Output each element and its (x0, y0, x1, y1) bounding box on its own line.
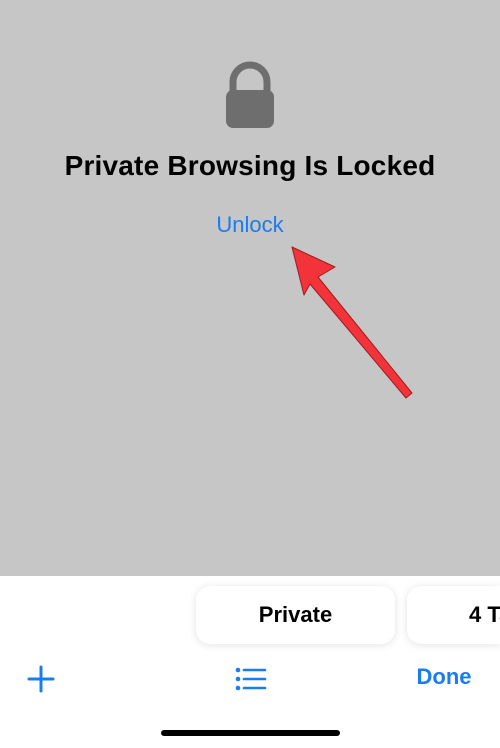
red-arrow-annotation (291, 246, 413, 399)
unlock-button[interactable]: Unlock (190, 212, 310, 238)
new-tab-button[interactable] (26, 664, 56, 694)
list-icon (235, 667, 267, 691)
locked-private-view: Private Browsing Is Locked Unlock (0, 0, 500, 576)
plus-icon (27, 665, 55, 693)
tab-groups-button[interactable] (234, 666, 268, 692)
locked-title: Private Browsing Is Locked (64, 150, 436, 181)
tab-overview-toolbar: Private 4 Tabs Done (0, 576, 500, 748)
home-indicator[interactable] (161, 730, 340, 736)
lock-icon (220, 60, 280, 130)
tab-group-tabs[interactable]: 4 Tabs (407, 586, 500, 644)
tab-group-private[interactable]: Private (196, 586, 395, 644)
done-button[interactable]: Done (400, 664, 488, 690)
